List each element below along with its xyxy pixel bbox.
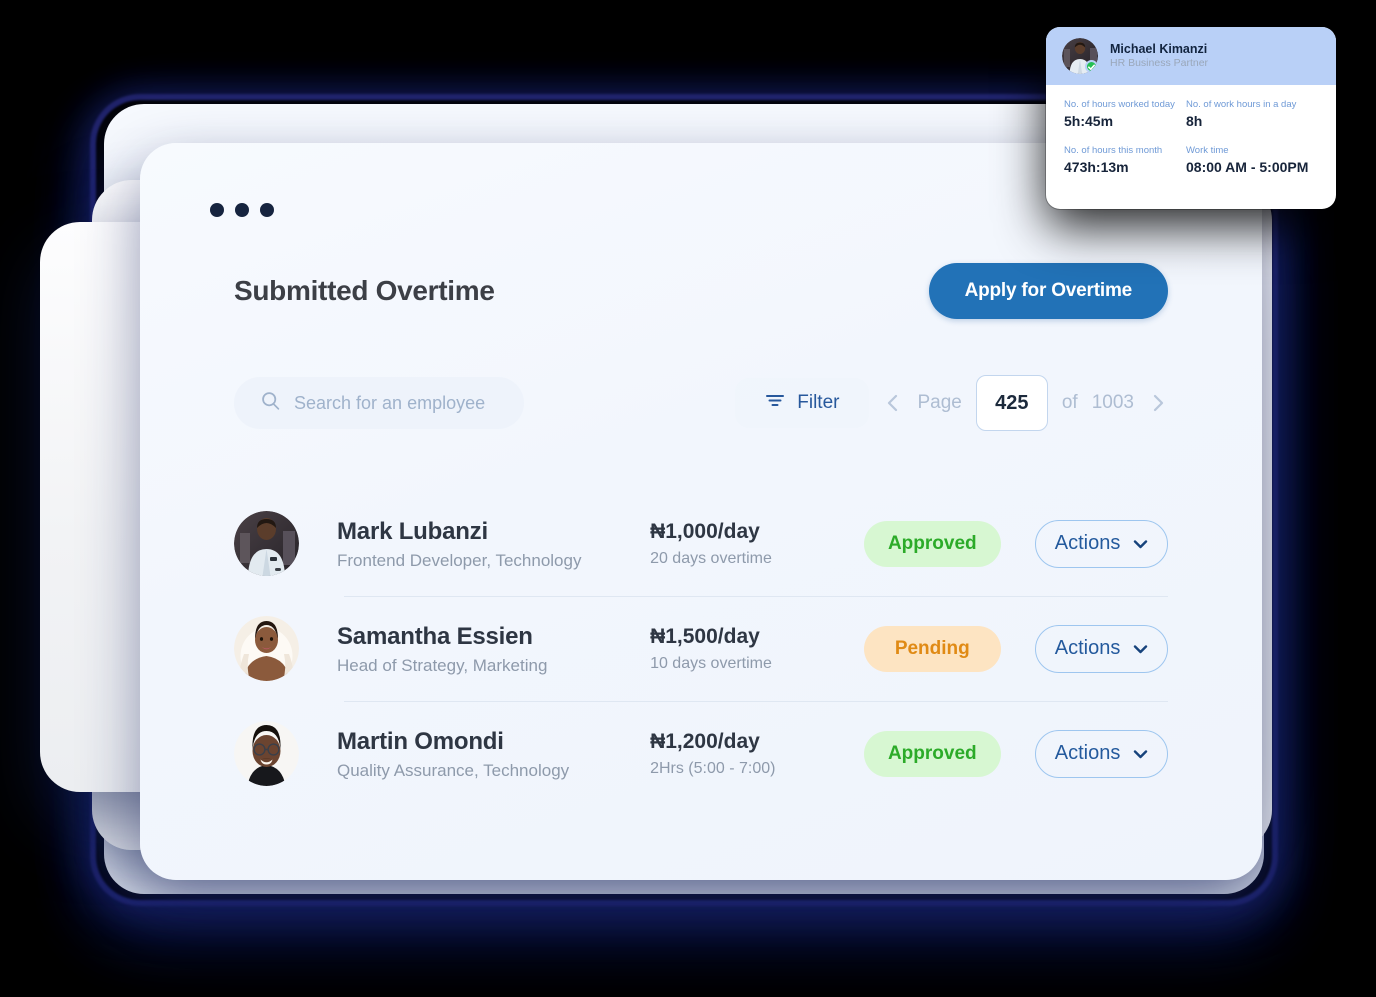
overtime-detail: 10 days overtime [650, 655, 772, 673]
previous-page-button[interactable] [883, 387, 903, 419]
employee-info: Samantha Essien Head of Strategy, Market… [337, 622, 650, 676]
stat-value: 473h:13m [1064, 159, 1129, 175]
stat-label: Work time [1186, 145, 1229, 156]
stat-label: No. of work hours in a day [1186, 99, 1297, 110]
toolbar-right: Filter Page of 1003 [735, 375, 1168, 431]
search-icon [260, 390, 281, 416]
overtime-detail: 2Hrs (5:00 - 7:00) [650, 760, 776, 778]
stat-value: 5h:45m [1064, 113, 1114, 129]
avatar [234, 616, 299, 681]
next-page-button[interactable] [1148, 387, 1168, 419]
page-number-input[interactable] [975, 375, 1048, 431]
table-row[interactable]: Mark Lubanzi Frontend Developer, Technol… [234, 491, 1168, 596]
chevron-down-icon [1133, 532, 1148, 555]
stat-work-time: Work time 08:00 AM - 5:00PM [1186, 145, 1318, 175]
chevron-down-icon [1133, 637, 1148, 660]
overtime-detail: 20 days overtime [650, 550, 772, 568]
stat-label: No. of hours worked today [1064, 99, 1175, 110]
actions-label: Actions [1054, 637, 1121, 659]
table-row[interactable]: Samantha Essien Head of Strategy, Market… [234, 596, 1168, 701]
avatar [234, 721, 299, 786]
employee-name: Samantha Essien [337, 622, 533, 650]
search-input[interactable] [294, 392, 494, 414]
actions-button[interactable]: Actions [1035, 729, 1168, 778]
search-box[interactable] [234, 377, 524, 429]
toolbar: Filter Page of 1003 [234, 375, 1168, 431]
pagination: Page of 1003 [883, 375, 1168, 431]
actions-button[interactable]: Actions [1035, 624, 1168, 673]
stat-hours-this-month: No. of hours this month 473h:13m [1064, 145, 1186, 175]
page-label: Page [917, 392, 962, 413]
avatar [234, 511, 299, 576]
employee-name: Mark Lubanzi [337, 517, 488, 545]
filter-label: Filter [797, 392, 840, 413]
overtime-amount: ₦1,000/day [650, 519, 760, 543]
employee-role: Frontend Developer, Technology [337, 550, 582, 570]
overtime-pay: ₦1,200/day 2Hrs (5:00 - 7:00) [650, 729, 863, 778]
table-row[interactable]: Martin Omondi Quality Assurance, Technol… [234, 701, 1168, 806]
filter-icon [765, 392, 785, 414]
overtime-amount: ₦1,500/day [650, 624, 760, 648]
profile-stats: No. of hours worked today 5h:45m No. of … [1046, 85, 1336, 191]
screenshot-stage: Submitted Overtime Apply for Overtime Se… [0, 0, 1376, 997]
overtime-pay: ₦1,000/day 20 days overtime [650, 519, 863, 568]
profile-identity: Michael Kimanzi HR Business Partner [1110, 41, 1208, 71]
stat-hours-worked-today: No. of hours worked today 5h:45m [1064, 99, 1186, 129]
stat-label: No. of hours this month [1064, 145, 1163, 156]
online-status-icon [1085, 60, 1098, 73]
overtime-list: Mark Lubanzi Frontend Developer, Technol… [234, 491, 1168, 806]
overtime-pay: ₦1,500/day 10 days overtime [650, 624, 863, 673]
actions-label: Actions [1054, 742, 1121, 764]
window-dot [235, 203, 249, 217]
employee-role: Quality Assurance, Technology [337, 760, 570, 780]
status-badge: Approved [863, 730, 1002, 777]
overtime-amount: ₦1,200/day [650, 729, 760, 753]
total-pages-label: 1003 [1091, 392, 1134, 413]
stat-work-hours-in-a-day: No. of work hours in a day 8h [1186, 99, 1318, 129]
submitted-overtime-card: Submitted Overtime Apply for Overtime Se… [140, 143, 1262, 880]
profile-card-header: Michael Kimanzi HR Business Partner [1046, 27, 1336, 85]
employee-info: Mark Lubanzi Frontend Developer, Technol… [337, 517, 650, 571]
status-badge: Approved [863, 520, 1002, 567]
profile-name: Michael Kimanzi [1110, 42, 1208, 57]
employee-role: Head of Strategy, Marketing [337, 655, 548, 675]
apply-for-overtime-button[interactable]: Apply for Overtime [928, 263, 1168, 319]
actions-label: Actions [1054, 532, 1121, 554]
card-header: Submitted Overtime Apply for Overtime [234, 263, 1168, 319]
page-of-label: of [1061, 392, 1078, 413]
stat-value: 08:00 AM - 5:00PM [1186, 159, 1309, 175]
window-dots [210, 203, 274, 217]
employee-profile-card: Michael Kimanzi HR Business Partner No. … [1046, 27, 1336, 209]
window-dot [260, 203, 274, 217]
page-title: Submitted Overtime [234, 275, 495, 306]
stat-value: 8h [1186, 113, 1203, 129]
chevron-down-icon [1133, 742, 1148, 765]
actions-button[interactable]: Actions [1035, 519, 1168, 568]
employee-name: Martin Omondi [337, 727, 504, 755]
status-badge: Pending [863, 625, 1002, 672]
filter-button[interactable]: Filter [735, 378, 870, 428]
avatar [1062, 38, 1098, 74]
profile-role: HR Business Partner [1110, 57, 1209, 70]
window-dot [210, 203, 224, 217]
employee-info: Martin Omondi Quality Assurance, Technol… [337, 727, 650, 781]
